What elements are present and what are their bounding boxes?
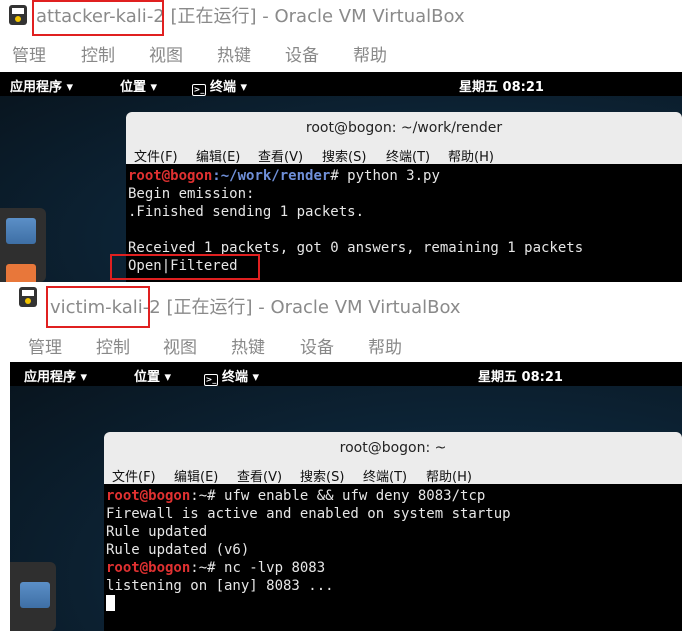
panel-clock[interactable]: 星期五 08:21 xyxy=(459,76,544,95)
term-menu-search[interactable]: 搜索(S) xyxy=(322,146,366,165)
terminal-menu-bar: 文件(F) 编辑(E) 查看(V) 搜索(S) 终端(T) 帮助(H) xyxy=(126,144,682,165)
files-icon[interactable] xyxy=(20,582,50,608)
menu-help[interactable]: 帮助 xyxy=(353,41,387,66)
text-cursor xyxy=(106,595,115,611)
gnome-top-panel: 应用程序 ▾ 位置 ▾ >_ 终端 ▾ 星期五 08:21 xyxy=(10,362,682,386)
command-line: root@bogon:~/work/render# python 3.py xyxy=(128,167,440,185)
terminal-output[interactable]: root@bogon:~# ufw enable && ufw deny 808… xyxy=(104,484,682,631)
command-text: nc -lvp 8083 xyxy=(224,560,326,576)
dock xyxy=(0,208,46,282)
menu-devices[interactable]: 设备 xyxy=(300,333,334,358)
panel-applications[interactable]: 应用程序 ▾ xyxy=(24,366,87,385)
panel-terminal[interactable]: >_ 终端 ▾ xyxy=(192,76,247,96)
menu-manage[interactable]: 管理 xyxy=(28,333,62,358)
prompt-end: # xyxy=(330,168,348,184)
guest-desktop: 应用程序 ▾ 位置 ▾ >_ 终端 ▾ 星期五 08:21 root@bogon:… xyxy=(0,72,682,282)
app-launcher-icon[interactable] xyxy=(6,264,36,282)
term-menu-search[interactable]: 搜索(S) xyxy=(300,466,344,485)
vbox-menu-bar: 管理 控制 视图 热键 设备 帮助 xyxy=(10,328,682,358)
terminal-icon: >_ xyxy=(192,84,206,96)
term-menu-file[interactable]: 文件(F) xyxy=(112,466,156,485)
command-text: python 3.py xyxy=(347,168,440,184)
panel-places[interactable]: 位置 ▾ xyxy=(134,366,171,385)
prompt-path: :~ xyxy=(190,560,208,576)
prompt-user: root@bogon xyxy=(106,560,191,576)
menu-help[interactable]: 帮助 xyxy=(368,333,402,358)
menu-view[interactable]: 视图 xyxy=(163,333,197,358)
prompt-end: # xyxy=(207,560,225,576)
panel-clock[interactable]: 星期五 08:21 xyxy=(478,366,563,385)
term-menu-view[interactable]: 查看(V) xyxy=(258,146,303,165)
vbox-menu-bar: 管理 控制 视图 热键 设备 帮助 xyxy=(0,36,682,66)
panel-terminal[interactable]: >_ 终端 ▾ xyxy=(204,366,259,386)
menu-view[interactable]: 视图 xyxy=(149,41,183,66)
term-menu-file[interactable]: 文件(F) xyxy=(134,146,178,165)
prompt-user: root@bogon xyxy=(106,488,191,504)
title-status: [正在运行] - Oracle VM VirtualBox xyxy=(164,6,465,27)
dock xyxy=(10,562,56,631)
menu-control[interactable]: 控制 xyxy=(96,333,130,358)
terminal-title[interactable]: root@bogon: ~/work/render xyxy=(126,112,682,144)
output-line: Firewall is active and enabled on system… xyxy=(106,506,511,522)
term-menu-help[interactable]: 帮助(H) xyxy=(426,466,472,485)
output-line: Begin emission: xyxy=(128,186,255,202)
menu-control[interactable]: 控制 xyxy=(81,41,115,66)
result-highlight xyxy=(110,254,260,280)
term-menu-edit[interactable]: 编辑(E) xyxy=(174,466,218,485)
term-menu-edit[interactable]: 编辑(E) xyxy=(196,146,240,165)
menu-hotkeys[interactable]: 热键 xyxy=(217,41,251,66)
term-menu-terminal[interactable]: 终端(T) xyxy=(386,146,430,165)
menu-hotkeys[interactable]: 热键 xyxy=(231,333,265,358)
term-menu-help[interactable]: 帮助(H) xyxy=(448,146,494,165)
prompt-path: :~/work/render xyxy=(212,168,331,184)
prompt-end: # xyxy=(207,488,225,504)
terminal-window: root@bogon: ~ 文件(F) 编辑(E) 查看(V) 搜索(S) 终端… xyxy=(104,432,682,631)
title-status: [正在运行] - Oracle VM VirtualBox xyxy=(160,297,461,318)
terminal-menu-bar: 文件(F) 编辑(E) 查看(V) 搜索(S) 终端(T) 帮助(H) xyxy=(104,464,682,485)
command-line: root@bogon:~# nc -lvp 8083 xyxy=(106,559,325,577)
prompt-user: root@bogon xyxy=(128,168,213,184)
term-menu-view[interactable]: 查看(V) xyxy=(237,466,282,485)
output-line: Rule updated (v6) xyxy=(106,542,250,558)
panel-terminal-label: 终端 ▾ xyxy=(210,80,248,95)
terminal-title[interactable]: root@bogon: ~ xyxy=(104,432,682,464)
command-line: root@bogon:~# ufw enable && ufw deny 808… xyxy=(106,487,485,505)
files-icon[interactable] xyxy=(6,218,36,244)
attacker-vm-window: attacker-kali-2 [正在运行] - Oracle VM Virtu… xyxy=(0,0,682,282)
victim-vm-window: victim-kali-2 [正在运行] - Oracle VM Virtual… xyxy=(10,282,682,631)
virtualbox-app-icon xyxy=(19,287,37,307)
vm-name-highlight xyxy=(32,0,164,36)
menu-devices[interactable]: 设备 xyxy=(285,41,319,66)
output-line: .Finished sending 1 packets. xyxy=(128,204,365,220)
guest-desktop: 应用程序 ▾ 位置 ▾ >_ 终端 ▾ 星期五 08:21 root@bogon:… xyxy=(10,362,682,631)
panel-terminal-label: 终端 ▾ xyxy=(222,370,260,385)
menu-manage[interactable]: 管理 xyxy=(12,41,46,66)
command-text: ufw enable && ufw deny 8083/tcp xyxy=(224,488,486,504)
cursor-line xyxy=(106,595,115,613)
gnome-top-panel: 应用程序 ▾ 位置 ▾ >_ 终端 ▾ 星期五 08:21 xyxy=(0,72,682,96)
term-menu-terminal[interactable]: 终端(T) xyxy=(363,466,407,485)
vm-name-highlight xyxy=(46,286,150,328)
prompt-path: :~ xyxy=(190,488,208,504)
output-line: Rule updated xyxy=(106,524,208,540)
panel-applications[interactable]: 应用程序 ▾ xyxy=(10,76,73,95)
terminal-icon: >_ xyxy=(204,374,218,386)
panel-places[interactable]: 位置 ▾ xyxy=(120,76,157,95)
virtualbox-app-icon xyxy=(9,5,27,25)
output-line: listening on [any] 8083 ... xyxy=(106,578,334,594)
